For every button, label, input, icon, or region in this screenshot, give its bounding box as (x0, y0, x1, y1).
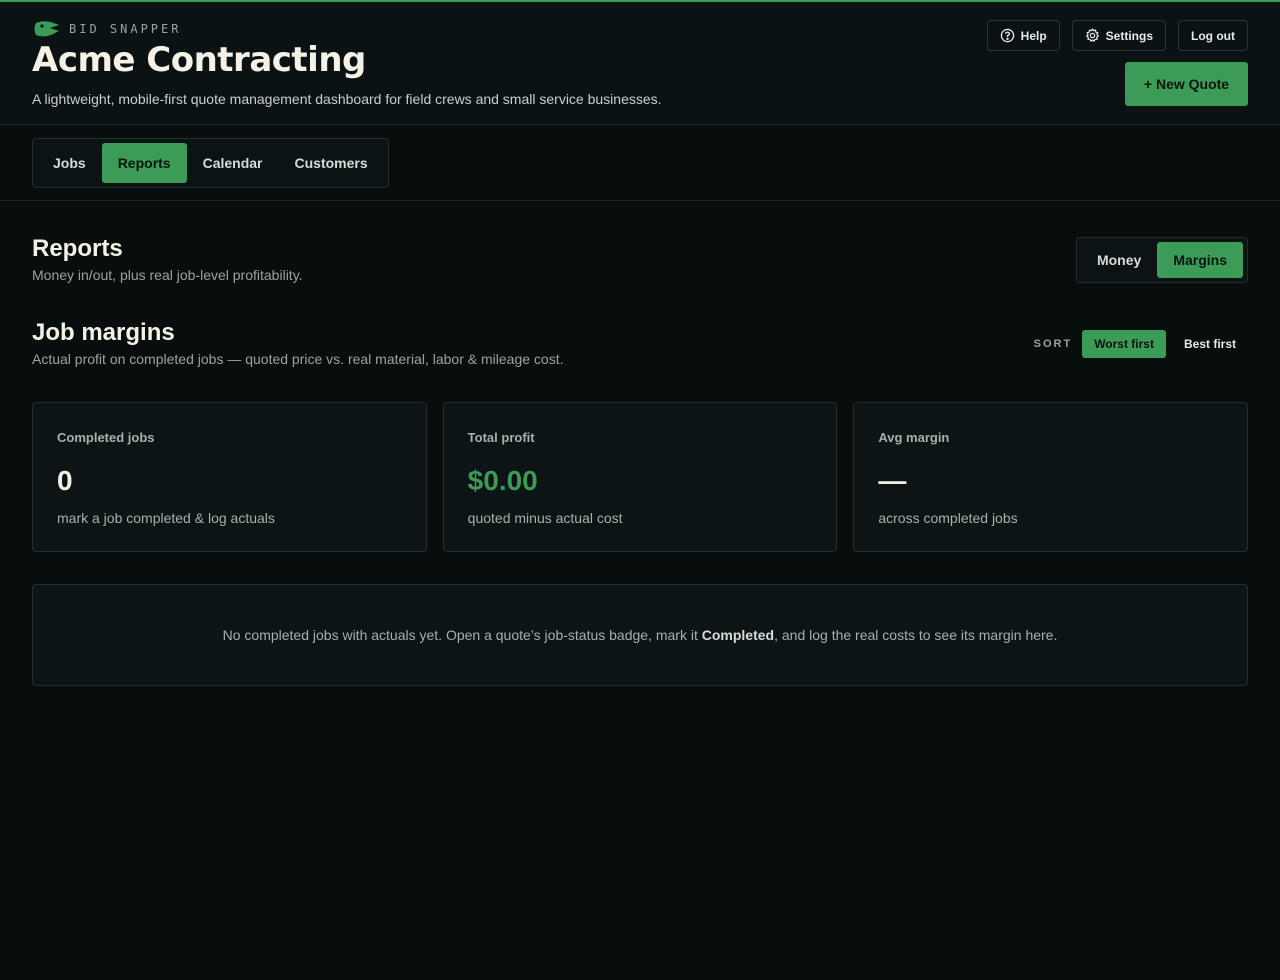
tagline: A lightweight, mobile-first quote manage… (32, 91, 662, 107)
company-name: Acme Contracting (32, 40, 366, 80)
empty-state-message: No completed jobs with actuals yet. Open… (223, 627, 1058, 643)
card-note: mark a job completed & log actuals (57, 510, 275, 526)
settings-label: Settings (1105, 28, 1154, 43)
app-header: BID SNAPPER Acme Contracting A lightweig… (0, 2, 1280, 125)
main-nav: Jobs Reports Calendar Customers (0, 125, 1280, 201)
gear-icon (1085, 28, 1099, 43)
logout-button[interactable]: Log out (1178, 20, 1248, 51)
tab-calendar[interactable]: Calendar (187, 143, 279, 183)
view-money-button[interactable]: Money (1081, 242, 1157, 278)
empty-text-after: , and log the real costs to see its marg… (774, 627, 1058, 643)
reports-title: Reports (32, 235, 123, 262)
empty-state: No completed jobs with actuals yet. Open… (32, 584, 1248, 686)
brand: BID SNAPPER (33, 20, 181, 38)
sort-label: SORT (1033, 338, 1073, 350)
snapper-logo-icon (34, 21, 59, 37)
stat-cards: Completed jobs 0 mark a job completed & … (32, 402, 1249, 552)
card-label: Completed jobs (57, 430, 155, 445)
top-actions: Help Settings Log out (986, 20, 1248, 51)
settings-button[interactable]: Settings (1071, 20, 1167, 51)
empty-text-before: No completed jobs with actuals yet. Open… (222, 627, 702, 643)
brand-name: BID SNAPPER (69, 22, 182, 36)
new-quote-button[interactable]: + New Quote (1125, 62, 1248, 106)
avg-margin-card: Avg margin — across completed jobs (853, 402, 1249, 552)
help-label: Help (1020, 28, 1047, 43)
view-margins-button[interactable]: Margins (1157, 242, 1243, 278)
card-note: across completed jobs (878, 510, 1018, 526)
card-note: quoted minus actual cost (467, 510, 623, 526)
card-value: 0 (57, 465, 73, 496)
total-profit-card: Total profit $0.00 quoted minus actual c… (442, 402, 838, 552)
tab-reports[interactable]: Reports (101, 143, 187, 183)
help-button[interactable]: Help (986, 20, 1060, 51)
card-value: $0.00 (467, 465, 538, 496)
reports-subtitle: Money in/out, plus real job-level profit… (32, 267, 303, 283)
card-label: Avg margin (878, 430, 950, 445)
card-value: — (878, 465, 907, 496)
margins-subtitle: Actual profit on completed jobs — quoted… (32, 351, 564, 367)
report-view-toggle: Money Margins (1075, 237, 1248, 283)
tab-customers[interactable]: Customers (279, 143, 384, 183)
sort-worst-first-button[interactable]: Worst first (1082, 330, 1166, 358)
nav-tabs: Jobs Reports Calendar Customers (32, 138, 389, 188)
sort-best-first-button[interactable]: Best first (1172, 330, 1248, 358)
margins-title: Job margins (32, 319, 175, 346)
help-icon (1000, 28, 1014, 43)
empty-text-strong: Completed (701, 627, 775, 643)
tab-jobs[interactable]: Jobs (37, 143, 102, 183)
card-label: Total profit (467, 430, 535, 445)
sort-control: SORT Worst first Best first (1034, 330, 1248, 358)
completed-jobs-card: Completed jobs 0 mark a job completed & … (32, 402, 427, 552)
